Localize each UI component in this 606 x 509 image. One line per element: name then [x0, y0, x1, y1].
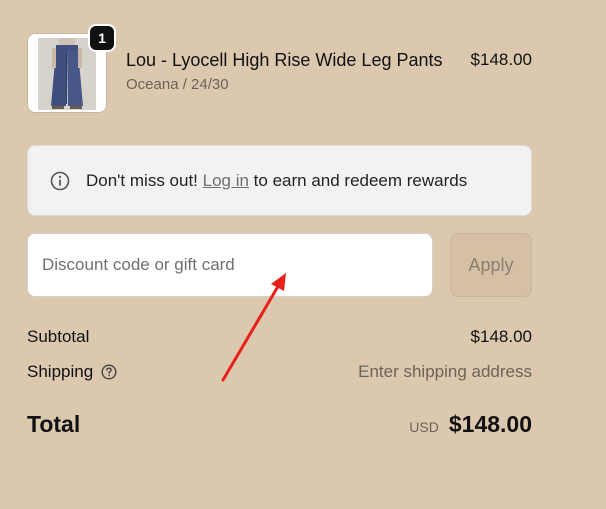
quantity-badge: 1	[88, 24, 116, 52]
discount-code-input[interactable]	[27, 233, 433, 297]
login-link[interactable]: Log in	[203, 171, 249, 190]
total-label: Total	[27, 410, 81, 437]
currency-code: USD	[409, 418, 439, 435]
subtotal-label: Subtotal	[27, 327, 90, 346]
pants-illustration	[38, 38, 96, 110]
question-circle-icon[interactable]	[101, 364, 117, 380]
rewards-banner: Don't miss out! Log in to earn and redee…	[27, 145, 532, 216]
shipping-label-group: Shipping	[27, 362, 117, 382]
shipping-row: Shipping Enter shipping address	[27, 361, 532, 383]
product-name: Lou - Lyocell High Rise Wide Leg Pants	[126, 50, 443, 70]
total-value-group: USD $148.00	[409, 411, 532, 438]
product-variant: Oceana / 24/30	[126, 76, 229, 93]
rewards-text-after: to earn and redeem rewards	[248, 170, 468, 190]
cart-line-item: 1 Lou - Lyocell High Rise Wide Leg Pants…	[27, 24, 532, 114]
shipping-label: Shipping	[27, 362, 94, 381]
total-amount: $148.00	[448, 410, 532, 437]
product-image	[38, 38, 96, 110]
subtotal-value: $148.00	[470, 327, 532, 346]
rewards-message: Don't miss out! Log in to earn and redee…	[86, 171, 467, 191]
apply-discount-button[interactable]: Apply	[450, 233, 532, 297]
product-price: $148.00	[470, 50, 532, 69]
total-row: Total USD $148.00	[27, 409, 532, 439]
rewards-text-before: Don't miss out!	[86, 170, 203, 190]
subtotal-row: Subtotal $148.00	[27, 326, 532, 348]
shipping-value: Enter shipping address	[358, 362, 532, 381]
info-icon	[50, 171, 70, 191]
